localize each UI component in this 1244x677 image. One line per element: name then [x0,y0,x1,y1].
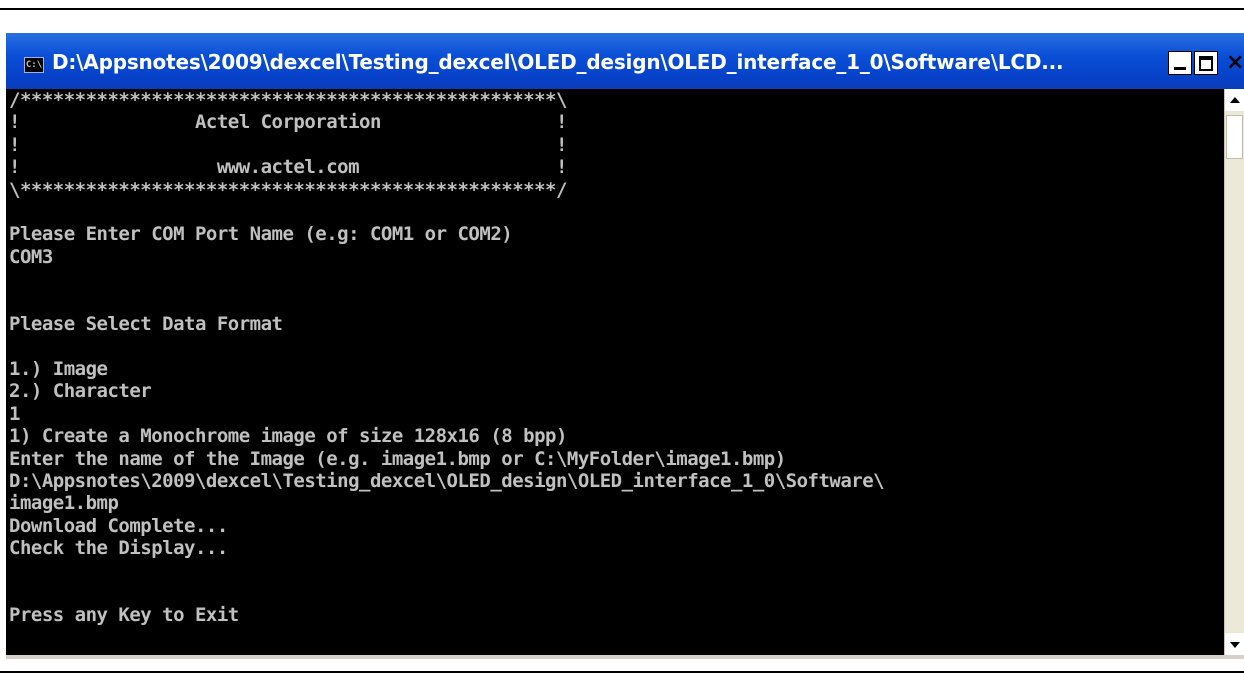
console-line: Download Complete... [9,514,228,537]
console-line: ! ! [9,133,567,156]
console-line: 2.) Character [9,380,152,403]
maximize-button[interactable] [1194,51,1218,75]
scroll-down-button[interactable] [1225,633,1244,655]
console-output[interactable]: /***************************************… [6,89,1224,655]
console-text: /***************************************… [9,89,885,627]
scroll-up-button[interactable] [1225,89,1244,111]
console-line: COM3 [9,245,53,268]
top-divider [0,8,1244,10]
console-line: image1.bmp [9,492,119,515]
console-window: C:\ D:\Appsnotes\2009\dexcel\Testing_dex… [6,33,1244,659]
console-line: /***************************************… [9,89,567,111]
console-icon[interactable]: C:\ [24,57,44,73]
console-line: Check the Display... [9,537,228,560]
console-line: \***************************************… [9,178,567,201]
console-line: 1) Create a Monochrome image of size 128… [9,425,567,448]
console-line: Enter the name of the Image (e.g. image1… [9,447,786,470]
console-line: Please Select Data Format [9,313,283,336]
bottom-divider [0,671,1244,673]
close-button[interactable]: × [1220,50,1244,75]
window-title: D:\Appsnotes\2009\dexcel\Testing_dexcel\… [52,50,1064,74]
close-icon: × [1226,50,1244,75]
vertical-scrollbar[interactable] [1224,89,1244,655]
console-line: Press any Key to Exit [9,604,239,627]
console-line: ! www.actel.com ! [9,156,567,179]
console-line: 1.) Image [9,357,108,380]
minimize-button[interactable] [1168,51,1192,75]
console-line: Please Enter COM Port Name (e.g: COM1 or… [9,223,513,246]
console-line: D:\Appsnotes\2009\dexcel\Testing_dexcel\… [9,469,885,492]
scroll-thumb[interactable] [1226,115,1243,159]
title-bar[interactable]: C:\ D:\Appsnotes\2009\dexcel\Testing_dex… [6,33,1244,89]
console-line: 1 [9,402,20,425]
console-line: ! Actel Corporation ! [9,111,567,134]
